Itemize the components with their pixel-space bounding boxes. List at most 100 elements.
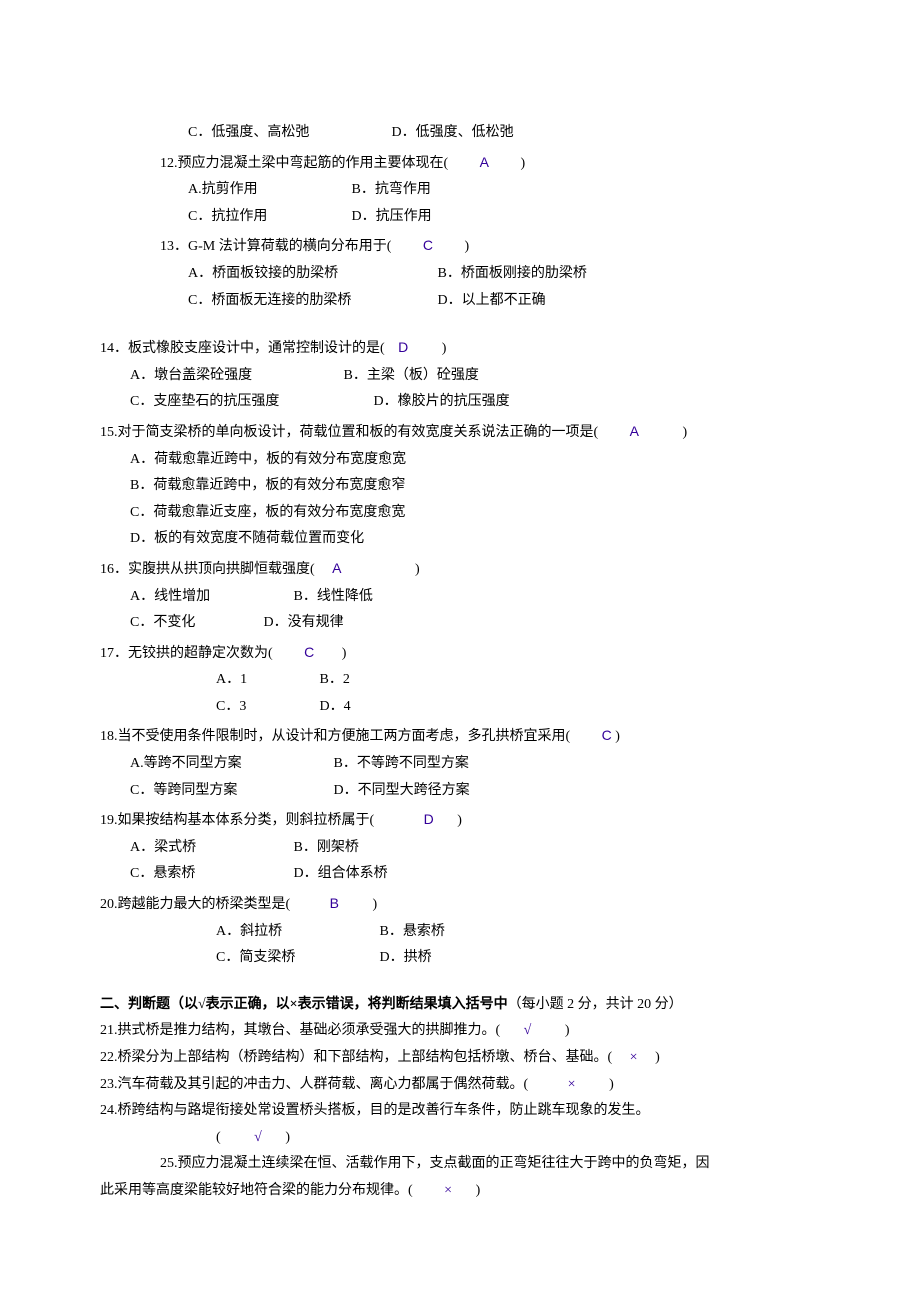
option-row: C．桥面板无连接的肋梁桥 D．以上都不正确	[100, 288, 820, 315]
option-a: A．桥面板铰接的肋梁桥	[188, 261, 434, 288]
section-title-bold: 二、判断题（以√表示正确，以×表示错误，将判断结果填入括号中	[100, 997, 508, 1012]
option-d: D．低强度、低松弛	[392, 125, 514, 140]
option-row: C．3 D．4	[100, 694, 820, 721]
option-d: D．板的有效宽度不随荷载位置而变化	[100, 526, 820, 553]
answer: A	[332, 560, 341, 576]
paren-pre: (	[216, 1130, 221, 1145]
question-stem: 12.预应力混凝土梁中弯起筋的作用主要体现在( A )	[100, 149, 820, 178]
section-2-heading: 二、判断题（以√表示正确，以×表示错误，将判断结果填入括号中（每小题 2 分，共…	[100, 992, 820, 1019]
question-13: 13．G-M 法计算荷载的横向分布用于( C ) A．桥面板铰接的肋梁桥 B．桥…	[100, 232, 820, 314]
option-row: A.等跨不同型方案 B．不等跨不同型方案	[100, 751, 820, 778]
stem-post: )	[521, 156, 526, 171]
question-stem: 20.跨越能力最大的桥梁类型是( B )	[100, 890, 820, 919]
question-stem: 19.如果按结构基本体系分类，则斜拉桥属于( D )	[100, 806, 820, 835]
answer: √	[524, 1023, 532, 1038]
option-d: D．抗压作用	[352, 209, 432, 224]
option-b: B．荷载愈靠近跨中，板的有效分布宽度愈窄	[100, 473, 820, 500]
option-a: A.抗剪作用	[188, 177, 348, 204]
stem-pre: 13．G-M 法计算荷载的横向分布用于(	[160, 239, 391, 254]
option-row: C．低强度、高松弛 D．低强度、低松弛	[100, 120, 820, 147]
option-b: B．不等跨不同型方案	[334, 756, 469, 771]
question-15: 15.对于简支梁桥的单向板设计，荷载位置和板的有效宽度关系说法正确的一项是( A…	[100, 418, 820, 553]
tf-post: )	[565, 1023, 570, 1038]
option-d: D．4	[320, 699, 351, 714]
paren-post: )	[285, 1130, 290, 1145]
tf-pre: 23.汽车荷载及其引起的冲击力、人群荷载、离心力都属于偶然荷载。(	[100, 1077, 528, 1092]
question-12: 12.预应力混凝土梁中弯起筋的作用主要体现在( A ) A.抗剪作用 B．抗弯作…	[100, 149, 820, 231]
answer: √	[254, 1130, 262, 1145]
option-row: A．1 B．2	[100, 667, 820, 694]
stem-pre: 12.预应力混凝土梁中弯起筋的作用主要体现在(	[160, 156, 448, 171]
option-c: C．简支梁桥	[216, 945, 376, 972]
stem-pre: 19.如果按结构基本体系分类，则斜拉桥属于(	[100, 813, 374, 828]
option-a: A.等跨不同型方案	[130, 751, 330, 778]
option-d: D．组合体系桥	[294, 866, 388, 881]
question-stem: 13．G-M 法计算荷载的横向分布用于( C )	[100, 232, 820, 261]
tf-22: 22.桥梁分为上部结构（桥跨结构）和下部结构，上部结构包括桥墩、桥台、基础。( …	[100, 1045, 820, 1072]
question-14: 14．板式橡胶支座设计中，通常控制设计的是( D ) A．墩台盖梁砼强度 B．主…	[100, 334, 820, 416]
question-stem: 16．实腹拱从拱顶向拱脚恒载强度( A )	[100, 555, 820, 584]
stem-pre: 17．无铰拱的超静定次数为(	[100, 646, 273, 661]
option-c: C．不变化	[130, 610, 260, 637]
question-stem: 18.当不受使用条件限制时，从设计和方便施工两方面考虑，多孔拱桥宜采用( C )	[100, 722, 820, 751]
stem-post: )	[457, 813, 462, 828]
option-d: D．橡胶片的抗压强度	[374, 394, 510, 409]
question-stem: 15.对于简支梁桥的单向板设计，荷载位置和板的有效宽度关系说法正确的一项是( A…	[100, 418, 820, 447]
line2-post: )	[476, 1183, 481, 1198]
option-row: A．斜拉桥 B．悬索桥	[100, 919, 820, 946]
tf-line1: 24.桥跨结构与路堤衔接处常设置桥头搭板，目的是改善行车条件，防止跳车现象的发生…	[100, 1098, 820, 1125]
tf-line2: ( √ )	[100, 1125, 820, 1152]
answer: B	[330, 895, 339, 911]
option-row: C．支座垫石的抗压强度 D．橡胶片的抗压强度	[100, 389, 820, 416]
option-row: C．等跨同型方案 D．不同型大跨径方案	[100, 778, 820, 805]
stem-post: )	[373, 897, 378, 912]
option-c: C．低强度、高松弛	[188, 120, 388, 147]
option-a: A．墩台盖梁砼强度	[130, 363, 340, 390]
question-11-options: C．低强度、高松弛 D．低强度、低松弛	[100, 120, 820, 147]
stem-post: )	[342, 646, 347, 661]
option-b: B．主梁（板）砼强度	[344, 368, 479, 383]
stem-post: )	[615, 729, 620, 744]
stem-pre: 20.跨越能力最大的桥梁类型是(	[100, 897, 290, 912]
question-stem: 17．无铰拱的超静定次数为( C )	[100, 639, 820, 668]
option-d: D．不同型大跨径方案	[334, 783, 470, 798]
question-19: 19.如果按结构基本体系分类，则斜拉桥属于( D ) A．梁式桥 B．刚架桥 C…	[100, 806, 820, 888]
option-c: C．悬索桥	[130, 861, 290, 888]
option-d: D．以上都不正确	[438, 293, 546, 308]
option-c: C．荷载愈靠近支座，板的有效分布宽度愈宽	[100, 500, 820, 527]
tf-pre: 21.拱式桥是推力结构，其墩台、基础必须承受强大的拱脚推力。(	[100, 1023, 500, 1038]
option-row: C．悬索桥 D．组合体系桥	[100, 861, 820, 888]
option-a: A．1	[216, 667, 316, 694]
tf-line1: 25.预应力混凝土连续梁在恒、活载作用下，支点截面的正弯矩往往大于跨中的负弯矩，…	[100, 1151, 820, 1178]
answer: C	[304, 644, 314, 660]
stem-post: )	[442, 341, 447, 356]
tf-line2: 此采用等高度梁能较好地符合梁的能力分布规律。( × )	[100, 1178, 820, 1205]
tf-21: 21.拱式桥是推力结构，其墩台、基础必须承受强大的拱脚推力。( √ )	[100, 1018, 820, 1045]
stem-post: )	[683, 425, 688, 440]
answer: A	[630, 423, 639, 439]
option-row: C．不变化 D．没有规律	[100, 610, 820, 637]
answer: A	[480, 154, 489, 170]
tf-24: 24.桥跨结构与路堤衔接处常设置桥头搭板，目的是改善行车条件，防止跳车现象的发生…	[100, 1098, 820, 1151]
answer: D	[424, 811, 434, 827]
answer: D	[398, 339, 408, 355]
answer: ×	[630, 1050, 638, 1065]
option-row: A．墩台盖梁砼强度 B．主梁（板）砼强度	[100, 363, 820, 390]
option-b: B．2	[320, 672, 350, 687]
option-a: A．荷载愈靠近跨中，板的有效分布宽度愈宽	[100, 447, 820, 474]
question-16: 16．实腹拱从拱顶向拱脚恒载强度( A ) A．线性增加 B．线性降低 C．不变…	[100, 555, 820, 637]
stem-pre: 15.对于简支梁桥的单向板设计，荷载位置和板的有效宽度关系说法正确的一项是(	[100, 425, 598, 440]
option-b: B．桥面板刚接的肋梁桥	[438, 266, 587, 281]
option-row: A．桥面板铰接的肋梁桥 B．桥面板刚接的肋梁桥	[100, 261, 820, 288]
stem-post: )	[465, 239, 470, 254]
option-c: C．抗拉作用	[188, 204, 348, 231]
tf-post: )	[655, 1050, 660, 1065]
option-row: C．抗拉作用 D．抗压作用	[100, 204, 820, 231]
stem-pre: 18.当不受使用条件限制时，从设计和方便施工两方面考虑，多孔拱桥宜采用(	[100, 729, 570, 744]
stem-post: )	[415, 562, 420, 577]
stem-pre: 16．实腹拱从拱顶向拱脚恒载强度(	[100, 562, 315, 577]
option-a: A．梁式桥	[130, 835, 290, 862]
option-c: C．支座垫石的抗压强度	[130, 389, 370, 416]
option-row: A．梁式桥 B．刚架桥	[100, 835, 820, 862]
tf-25: 25.预应力混凝土连续梁在恒、活载作用下，支点截面的正弯矩往往大于跨中的负弯矩，…	[100, 1151, 820, 1204]
